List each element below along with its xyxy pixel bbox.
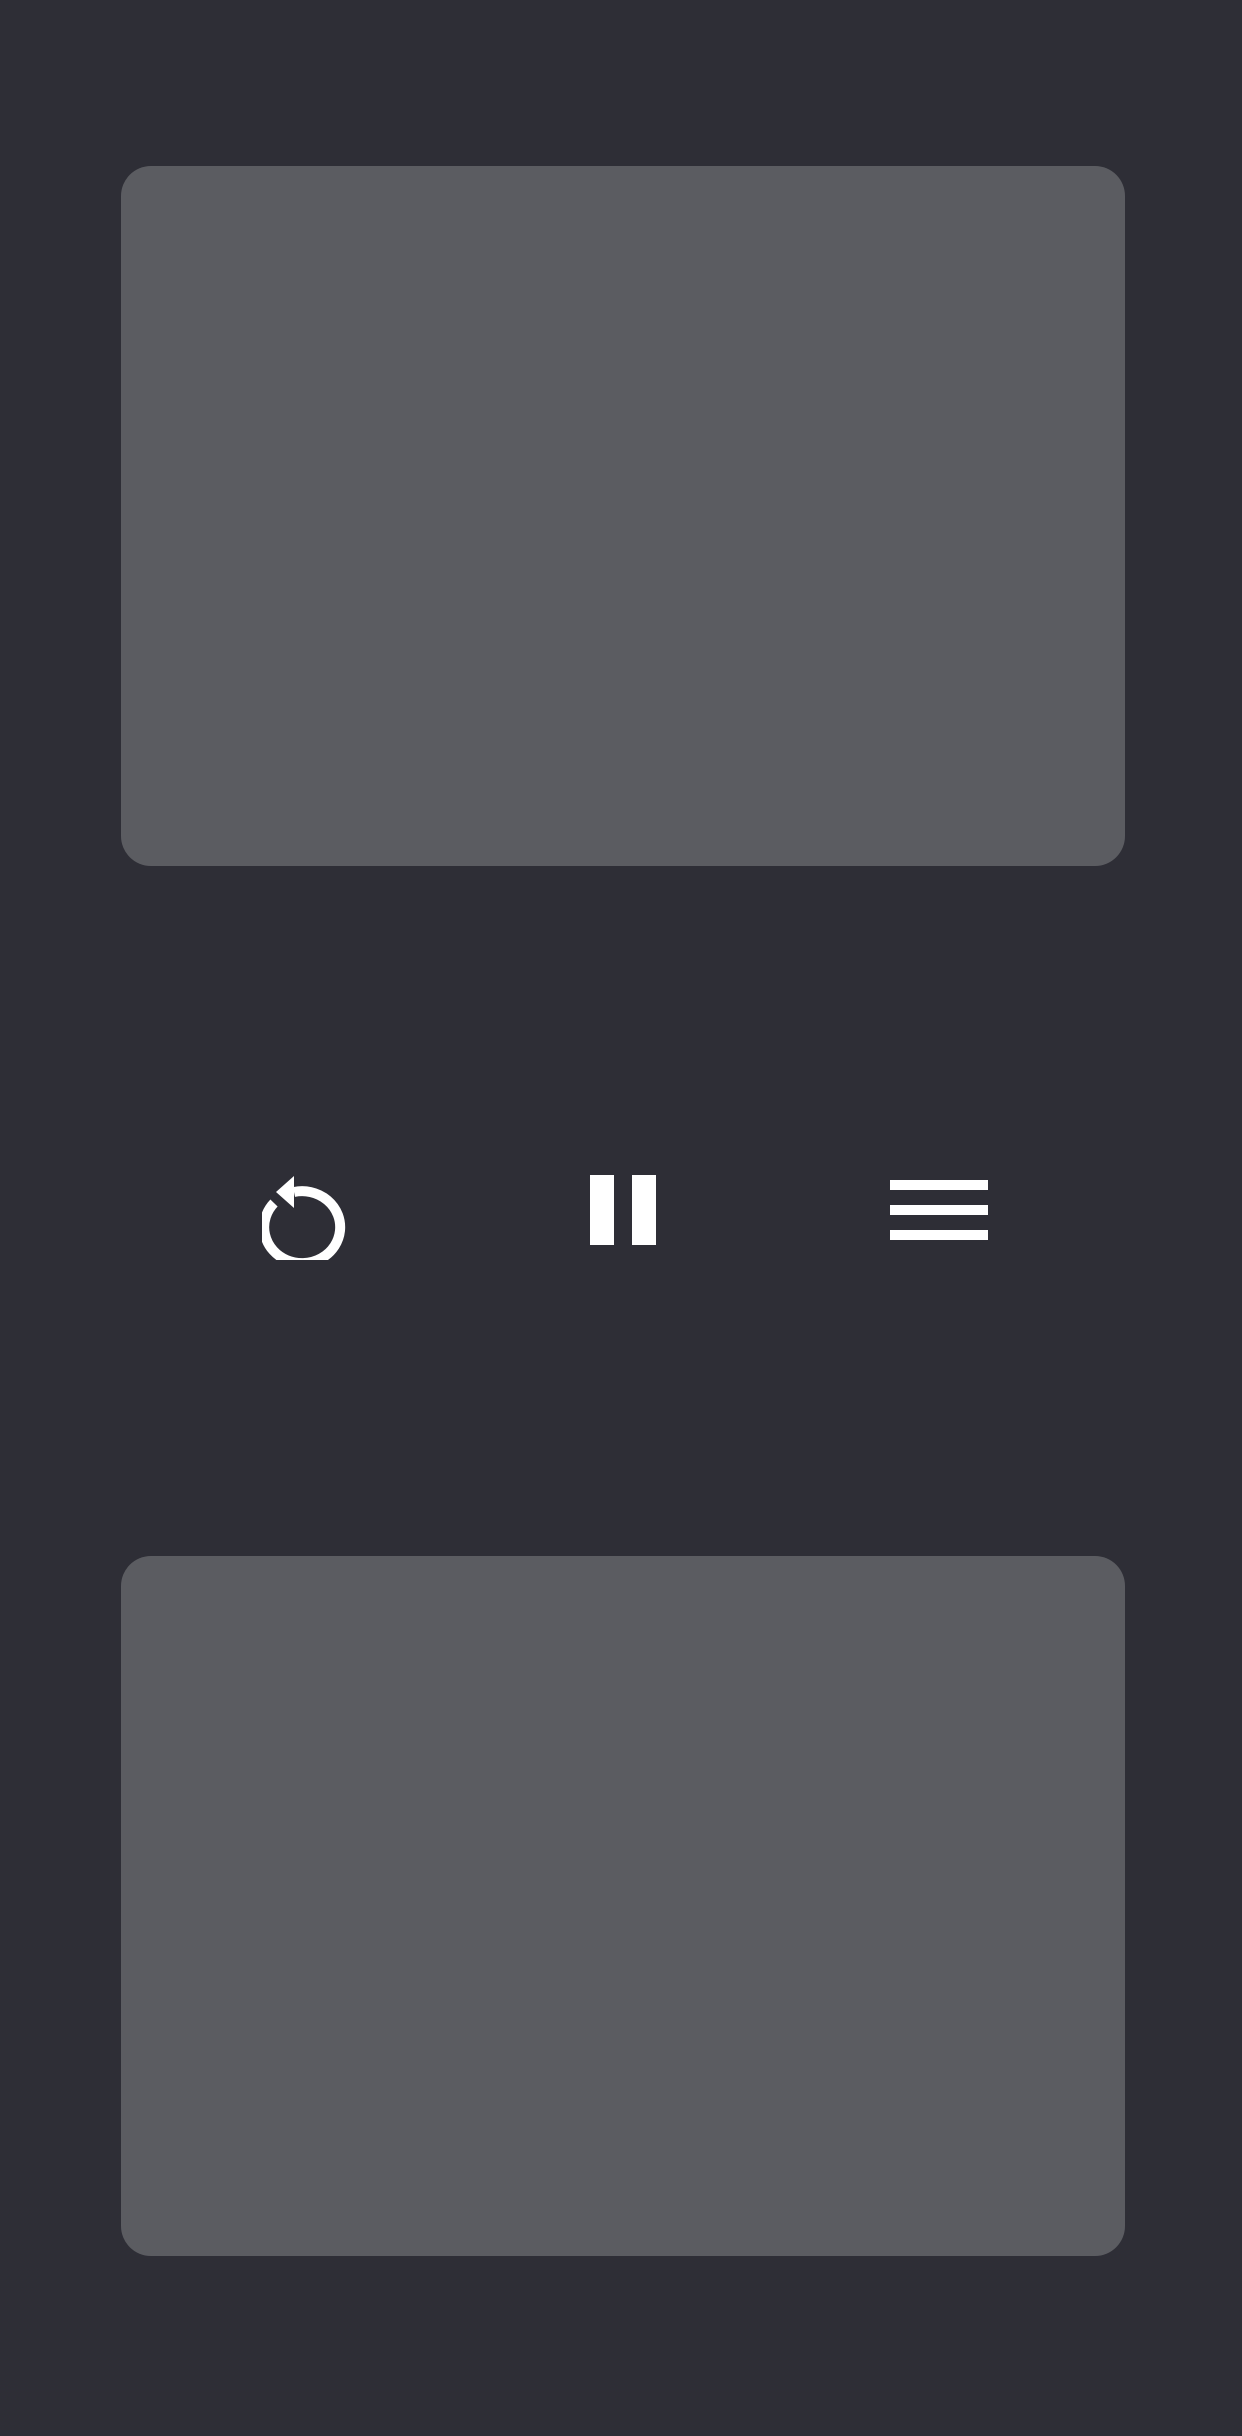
pause-icon [588, 1174, 658, 1246]
restart-button[interactable] [237, 1140, 377, 1280]
restart-icon [262, 1160, 352, 1260]
bottom-panel [121, 1556, 1125, 2256]
pause-button[interactable] [553, 1140, 693, 1280]
menu-icon [889, 1179, 989, 1241]
top-panel [121, 166, 1125, 866]
playback-controls [0, 1140, 1242, 1280]
menu-button[interactable] [869, 1140, 1009, 1280]
